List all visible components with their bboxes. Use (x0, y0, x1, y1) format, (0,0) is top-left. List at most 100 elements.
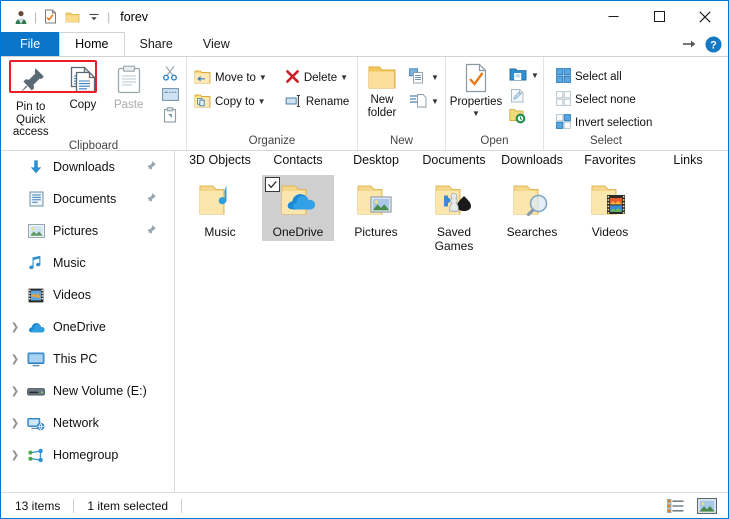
documents-icon (24, 191, 48, 207)
chevron-right-icon[interactable]: ❯ (6, 354, 24, 365)
window-title: forev (120, 10, 148, 24)
pin-icon[interactable] (145, 224, 157, 239)
delete-icon (285, 69, 300, 87)
copy-to-chevron-down-icon[interactable]: ▼ (258, 98, 266, 106)
copy-to-button[interactable]: Copy to ▼ (191, 90, 270, 114)
new-folder-icon[interactable] (61, 6, 83, 28)
large-icons-view-button[interactable] (696, 497, 718, 515)
item-label: Links (673, 153, 702, 167)
customize-qat-icon[interactable] (83, 6, 105, 28)
easy-access-button[interactable]: ▼ (406, 89, 442, 113)
chevron-right-icon[interactable]: ❯ (6, 322, 24, 333)
sidebar-item-pictures[interactable]: Pictures (1, 215, 174, 247)
sidebar-item-this-pc[interactable]: ❯ This PC (1, 343, 174, 375)
sidebar-item-documents[interactable]: Documents (1, 183, 174, 215)
delete-button[interactable]: Delete ▼ (282, 66, 352, 90)
pin-to-quick-access-button[interactable]: Pin to Quick access (1, 62, 60, 139)
sidebar-item-videos[interactable]: Videos (1, 279, 174, 311)
tab-view[interactable]: View (188, 32, 245, 56)
new-folder-label: New folder (368, 94, 397, 119)
copy-button[interactable]: Copy (60, 62, 105, 112)
collapse-ribbon-icon[interactable] (681, 36, 697, 52)
window-menu-icon[interactable] (10, 6, 32, 28)
items-view[interactable]: 3D Objects Contacts Desktop Documents Do… (175, 151, 728, 497)
sidebar-item-downloads[interactable]: Downloads (1, 151, 174, 183)
sidebar-item-new-volume-e[interactable]: ❯ New Volume (E:) (1, 375, 174, 407)
item-saved-games[interactable]: Saved Games (418, 175, 490, 255)
item-label: Contacts (273, 153, 322, 167)
list-item[interactable]: Pictures (337, 173, 415, 255)
new-item-button[interactable]: ▼ (406, 65, 442, 89)
sidebar-label-pictures: Pictures (53, 224, 98, 238)
ribbon-group-label-organize: Organize (187, 134, 357, 150)
details-view-button[interactable] (665, 497, 687, 515)
new-folder-button[interactable]: New folder (358, 61, 406, 119)
list-item[interactable]: Music (181, 173, 259, 255)
delete-chevron-down-icon[interactable]: ▼ (340, 74, 348, 82)
new-small-buttons: ▼ ▼ (406, 61, 442, 113)
open-button[interactable]: ▼ (506, 65, 542, 86)
move-to-chevron-down-icon[interactable]: ▼ (259, 74, 267, 82)
select-none-button[interactable]: Select none (553, 88, 655, 111)
open-small-buttons: ▼ (506, 61, 542, 128)
list-item[interactable]: Searches (493, 173, 571, 255)
open-chevron-down-icon[interactable]: ▼ (531, 71, 539, 80)
tab-home[interactable]: Home (59, 32, 124, 56)
item-checkbox[interactable] (265, 177, 280, 192)
chevron-right-icon[interactable]: ❯ (6, 386, 24, 397)
folder-pictures-icon (352, 179, 400, 221)
items-row-2: Music OneDrive (175, 171, 728, 255)
rename-label: Rename (306, 96, 349, 108)
tab-share[interactable]: Share (125, 32, 188, 56)
invert-selection-button[interactable]: Invert selection (553, 111, 655, 134)
close-button[interactable] (682, 1, 728, 32)
paste-button[interactable]: Paste (105, 62, 152, 112)
select-all-button[interactable]: Select all (553, 65, 655, 88)
item-pictures[interactable]: Pictures (340, 175, 412, 241)
list-item[interactable]: Saved Games (415, 173, 493, 255)
item-music[interactable]: Music (184, 175, 256, 241)
move-to-button[interactable]: Move to ▼ (191, 66, 270, 90)
item-videos[interactable]: Videos (574, 175, 646, 241)
sidebar-item-onedrive[interactable]: ❯ OneDrive (1, 311, 174, 343)
minimize-button[interactable] (590, 1, 636, 32)
sidebar-item-network[interactable]: ❯ Network (1, 407, 174, 439)
navigation-pane[interactable]: Downloads Documents (1, 151, 175, 497)
rename-button[interactable]: Rename (282, 90, 352, 114)
properties-icon[interactable] (39, 6, 61, 28)
list-item[interactable]: Videos (571, 173, 649, 255)
view-buttons (665, 497, 718, 515)
ribbon-group-open: Properties ▼ ▼ (445, 57, 543, 150)
copy-path-button[interactable] (154, 85, 186, 106)
help-icon[interactable]: ? (705, 36, 722, 53)
history-button[interactable] (506, 107, 542, 128)
list-item[interactable]: Favorites (571, 151, 649, 171)
list-item[interactable]: Contacts (259, 151, 337, 171)
properties-chevron-down-icon[interactable]: ▼ (472, 110, 480, 118)
pin-icon[interactable] (145, 160, 157, 175)
edit-button[interactable] (506, 86, 542, 107)
tab-file[interactable]: File (1, 32, 59, 56)
list-item[interactable]: Links (649, 151, 727, 171)
item-onedrive[interactable]: OneDrive (262, 175, 334, 241)
list-item[interactable]: 3D Objects (181, 151, 259, 171)
list-item[interactable]: Desktop (337, 151, 415, 171)
pin-icon[interactable] (145, 192, 157, 207)
properties-button[interactable]: Properties ▼ (446, 61, 506, 118)
network-icon (24, 416, 48, 431)
chevron-right-icon[interactable]: ❯ (6, 450, 24, 461)
list-item[interactable]: Downloads (493, 151, 571, 171)
sidebar-item-music[interactable]: Music (1, 247, 174, 279)
list-item[interactable]: Documents (415, 151, 493, 171)
status-divider (73, 499, 74, 513)
item-searches[interactable]: Searches (496, 175, 568, 241)
sidebar-item-homegroup[interactable]: ❯ Homegroup (1, 439, 174, 471)
paste-shortcut-button[interactable] (154, 106, 186, 127)
chevron-right-icon[interactable]: ❯ (6, 418, 24, 429)
cut-button[interactable] (154, 64, 186, 85)
qat-separator-1: | (34, 10, 37, 24)
maximize-button[interactable] (636, 1, 682, 32)
new-item-chevron-down-icon[interactable]: ▼ (431, 73, 439, 82)
easy-access-chevron-down-icon[interactable]: ▼ (431, 97, 439, 106)
list-item[interactable]: OneDrive (259, 173, 337, 255)
